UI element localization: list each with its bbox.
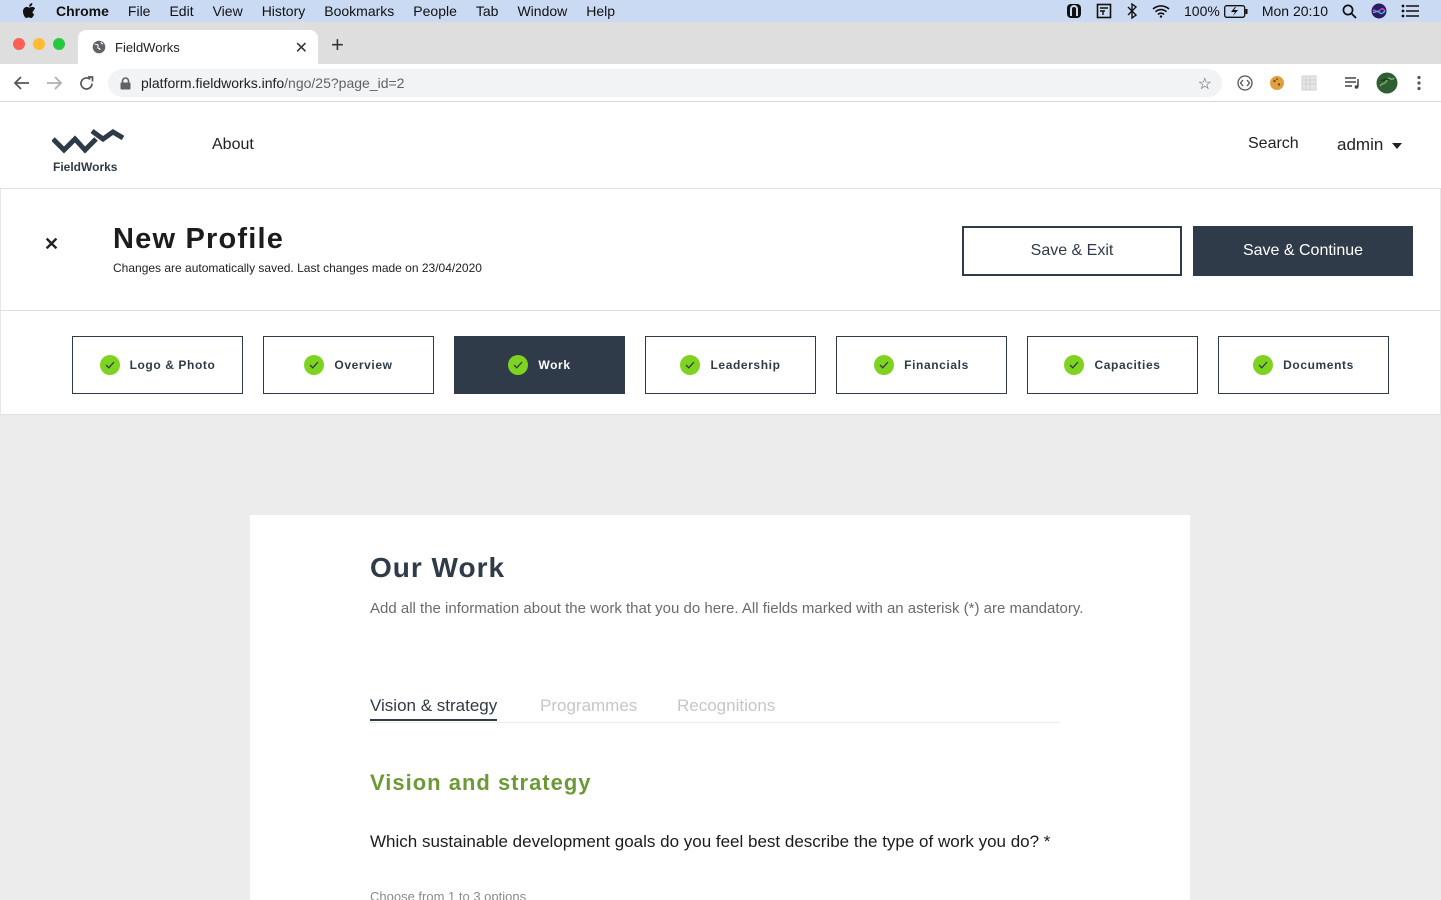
subsection-title: Vision and strategy [370,770,592,795]
cookie-extension-icon[interactable] [1268,74,1286,92]
forward-arrow-icon[interactable] [43,72,65,94]
tab-close-icon[interactable]: ✕ [295,38,308,58]
chrome-menu-icon[interactable] [1410,74,1428,92]
step-overview[interactable]: Overview [263,336,434,394]
section-title: Our Work [370,552,506,583]
window-minimize-icon[interactable] [33,38,45,50]
address-bar[interactable]: platform.fieldworks.info/ngo/25?page_id=… [108,69,1222,97]
bluetooth-icon[interactable] [1126,3,1138,19]
menu-edit[interactable]: Edit [169,3,193,19]
profile-header: ✕ New Profile Changes are automatically … [0,189,1441,311]
fieldworks-wave-icon [51,128,125,154]
lock-icon[interactable] [120,76,131,90]
sdg-question: Which sustainable development goals do y… [370,832,1051,851]
window-close-icon[interactable] [13,38,25,50]
tab-programmes[interactable]: Programmes [540,696,637,716]
step-label: Financials [904,358,969,372]
menu-app-name[interactable]: Chrome [56,3,109,19]
check-icon [304,355,325,375]
globe-icon [92,40,106,54]
menu-people[interactable]: People [413,3,457,19]
wifi-icon[interactable] [1152,4,1170,18]
extension-code-icon[interactable] [1236,74,1254,92]
logo-text: FieldWorks [53,160,118,174]
step-leadership[interactable]: Leadership [645,336,816,394]
window-maximize-icon[interactable] [53,38,65,50]
check-icon [1064,355,1085,375]
spotlight-search-icon[interactable] [1342,4,1357,19]
step-capacities[interactable]: Capacities [1027,336,1198,394]
extension-grid-icon[interactable] [1300,74,1318,92]
check-icon [874,355,895,375]
check-icon [680,355,701,375]
note-icon[interactable] [1096,3,1112,19]
notification-center-icon[interactable] [1401,4,1419,18]
browser-tab[interactable]: FieldWorks ✕ [78,30,318,64]
work-subtabs: Vision & strategy Programmes Recognition… [370,696,1060,723]
step-label: Capacities [1094,358,1161,372]
url-host: platform.fieldworks.info [141,75,285,91]
menu-bookmarks[interactable]: Bookmarks [324,3,394,19]
nav-search[interactable]: Search [1248,135,1299,153]
step-label: Documents [1283,358,1354,372]
sdg-hint: Choose from 1 to 3 options [370,889,527,900]
profile-steps: Logo & Photo Overview Work Leadership Fi… [0,311,1441,415]
browser-toolbar: platform.fieldworks.info/ngo/25?page_id=… [0,64,1441,102]
apple-icon[interactable] [20,3,38,19]
step-label: Overview [334,358,393,372]
menu-window[interactable]: Window [517,3,567,19]
caret-down-icon [1392,142,1403,149]
profile-avatar-icon[interactable] [1376,72,1398,94]
step-financials[interactable]: Financials [836,336,1007,394]
menu-tab[interactable]: Tab [476,3,499,19]
check-icon [508,355,529,375]
save-continue-button[interactable]: Save & Continue [1193,226,1413,276]
step-work[interactable]: Work [454,336,625,394]
step-label: Logo & Photo [129,358,216,372]
browser-tab-strip: FieldWorks ✕ + [0,22,1441,64]
reload-icon[interactable] [75,72,97,94]
page-title: New Profile [113,223,285,255]
battery-icon[interactable] [1223,4,1248,18]
user-name: admin [1337,135,1384,154]
clock[interactable]: Mon 20:10 [1262,3,1328,19]
user-menu[interactable]: admin [1337,135,1403,155]
tab-recognitions[interactable]: Recognitions [677,696,775,716]
step-label: Work [538,358,571,372]
step-logo-photo[interactable]: Logo & Photo [72,336,243,394]
menu-help[interactable]: Help [586,3,615,19]
macos-menubar: Chrome File Edit View History Bookmarks … [0,0,1441,22]
battery-percent: 100% [1184,3,1220,19]
work-form-card: Our Work Add all the information about t… [250,515,1190,900]
menu-file[interactable]: File [128,3,151,19]
media-queue-icon[interactable] [1344,74,1362,92]
menubar-status-area: 100% Mon 20:10 [1066,0,1419,22]
url-path: /ngo/25?page_id=2 [284,75,405,91]
autosave-status: Changes are automatically saved. Last ch… [113,261,482,275]
tab-vision-strategy[interactable]: Vision & strategy [370,696,498,721]
fieldworks-logo[interactable]: FieldWorks [51,128,125,174]
step-documents[interactable]: Documents [1218,336,1389,394]
siri-icon[interactable] [1371,3,1387,19]
close-icon[interactable]: ✕ [44,234,59,255]
tab-title: FieldWorks [115,39,180,55]
check-icon [1253,355,1274,375]
section-intro: Add all the information about the work t… [370,600,1084,617]
new-tab-plus-icon[interactable]: + [331,34,344,56]
site-header: FieldWorks About Search admin [0,102,1441,189]
check-icon [99,355,120,375]
vpn-icon[interactable] [1066,3,1082,19]
step-label: Leadership [710,358,781,372]
nav-about[interactable]: About [212,136,254,154]
back-arrow-icon[interactable] [11,72,33,94]
menu-view[interactable]: View [213,3,243,19]
menu-history[interactable]: History [262,3,306,19]
bookmark-star-icon[interactable]: ☆ [1198,74,1212,94]
save-exit-button[interactable]: Save & Exit [962,226,1182,276]
